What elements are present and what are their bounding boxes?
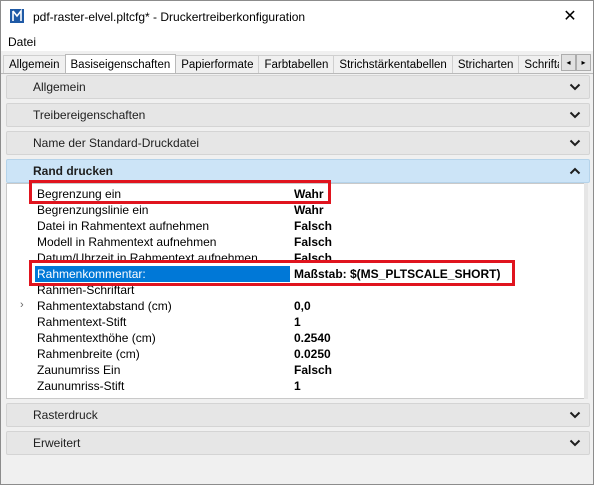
property-name: Rahmentext-Stift — [37, 315, 127, 329]
tab-strichstaerkentabellen[interactable]: Strichstärkentabellen — [333, 55, 453, 73]
property-row[interactable]: Rahmentext-Stift 1 — [7, 314, 584, 330]
section-label: Rasterdruck — [33, 408, 98, 422]
property-value[interactable]: 1 — [294, 379, 301, 393]
arrow-left-icon: ◂ — [566, 58, 571, 67]
property-value[interactable]: 0.2540 — [294, 331, 331, 345]
tab-papierformate[interactable]: Papierformate — [175, 55, 260, 73]
property-name: Rahmentexthöhe (cm) — [37, 331, 156, 345]
tab-stricharten[interactable]: Stricharten — [451, 55, 520, 73]
property-value[interactable]: Falsch — [294, 219, 332, 233]
title-bar: pdf-raster-elvel.pltcfg* - Druckertreibe… — [1, 1, 593, 33]
expand-arrow-icon[interactable]: › — [20, 299, 24, 311]
tab-schriftartzuordnung[interactable]: Schriftartzuord — [518, 55, 559, 73]
menu-bar: Datei — [1, 33, 593, 51]
property-name: Datei in Rahmentext aufnehmen — [37, 219, 210, 233]
tab-basiseigenschaften[interactable]: Basiseigenschaften — [64, 54, 177, 73]
property-row[interactable]: Datei in Rahmentext aufnehmen Falsch — [7, 218, 584, 234]
chevron-down-icon — [569, 83, 581, 91]
tab-allgemein[interactable]: Allgemein — [3, 55, 66, 73]
property-value[interactable]: Falsch — [294, 235, 332, 249]
property-row[interactable]: Zaunumriss Ein Falsch — [7, 362, 584, 378]
section-label: Name der Standard-Druckdatei — [33, 136, 200, 150]
property-row[interactable]: › Rahmentextabstand (cm) 0,0 — [7, 298, 584, 314]
property-value[interactable]: 0.0250 — [294, 347, 331, 361]
tab-scroll-left-button[interactable]: ◂ — [561, 54, 576, 71]
chevron-down-icon — [569, 411, 581, 419]
section-label: Treibereigenschaften — [33, 108, 146, 122]
tab-bar: Allgemein Basiseigenschaften Papierformate… — [1, 52, 593, 74]
property-grid-scrollbar[interactable] — [584, 183, 588, 399]
property-row[interactable]: Rahmentexthöhe (cm) 0.2540 — [7, 330, 584, 346]
property-row[interactable]: Modell in Rahmentext aufnehmen Falsch — [7, 234, 584, 250]
section-label: Allgemein — [33, 80, 86, 94]
config-window: pdf-raster-elvel.pltcfg* - Druckertreibe… — [0, 0, 594, 485]
property-name: Modell in Rahmentext aufnehmen — [37, 235, 217, 249]
section-label: Rand drucken — [33, 164, 114, 178]
section-label: Erweitert — [33, 436, 81, 450]
arrow-right-icon: ▸ — [581, 58, 586, 67]
chevron-down-icon — [569, 139, 581, 147]
section-erweitert[interactable]: Erweitert — [6, 431, 590, 455]
property-name: Zaunumriss Ein — [37, 363, 121, 377]
property-value[interactable]: Falsch — [294, 363, 332, 377]
tab-strip: Allgemein Basiseigenschaften Papierformate… — [3, 53, 559, 73]
highlight-box-rahmenkommentar — [29, 260, 515, 286]
property-value[interactable]: Wahr — [294, 203, 324, 217]
section-standard-druckdatei[interactable]: Name der Standard-Druckdatei — [6, 131, 590, 155]
close-icon: ✕ — [563, 8, 577, 25]
property-grid: Begrenzung ein Wahr Begrenzungslinie ein… — [6, 183, 585, 399]
tab-scroll-right-button[interactable]: ▸ — [576, 54, 591, 71]
app-printer-icon — [10, 8, 24, 23]
property-name: Zaunumriss-Stift — [37, 379, 125, 393]
highlight-box-begrenzung — [29, 180, 331, 204]
window-title: pdf-raster-elvel.pltcfg* - Druckertreibe… — [33, 10, 306, 24]
section-treibereigenschaften[interactable]: Treibereigenschaften — [6, 103, 590, 127]
tab-farbtabellen[interactable]: Farbtabellen — [258, 55, 335, 73]
close-button[interactable]: ✕ — [547, 1, 593, 33]
property-row[interactable]: Zaunumriss-Stift 1 — [7, 378, 584, 394]
menu-datei[interactable]: Datei — [8, 35, 36, 49]
property-name: Rahmenbreite (cm) — [37, 347, 140, 361]
property-row[interactable]: Rahmenbreite (cm) 0.0250 — [7, 346, 584, 362]
section-rasterdruck[interactable]: Rasterdruck — [6, 403, 590, 427]
property-name: Begrenzungslinie ein — [37, 203, 149, 217]
section-allgemein[interactable]: Allgemein — [6, 75, 590, 99]
property-value[interactable]: 1 — [294, 315, 301, 329]
property-name: Rahmentextabstand (cm) — [37, 299, 172, 313]
property-row[interactable]: Begrenzungslinie ein Wahr — [7, 202, 584, 218]
chevron-down-icon — [569, 111, 581, 119]
chevron-up-icon — [569, 167, 581, 175]
property-value[interactable]: 0,0 — [294, 299, 311, 313]
chevron-down-icon — [569, 439, 581, 447]
